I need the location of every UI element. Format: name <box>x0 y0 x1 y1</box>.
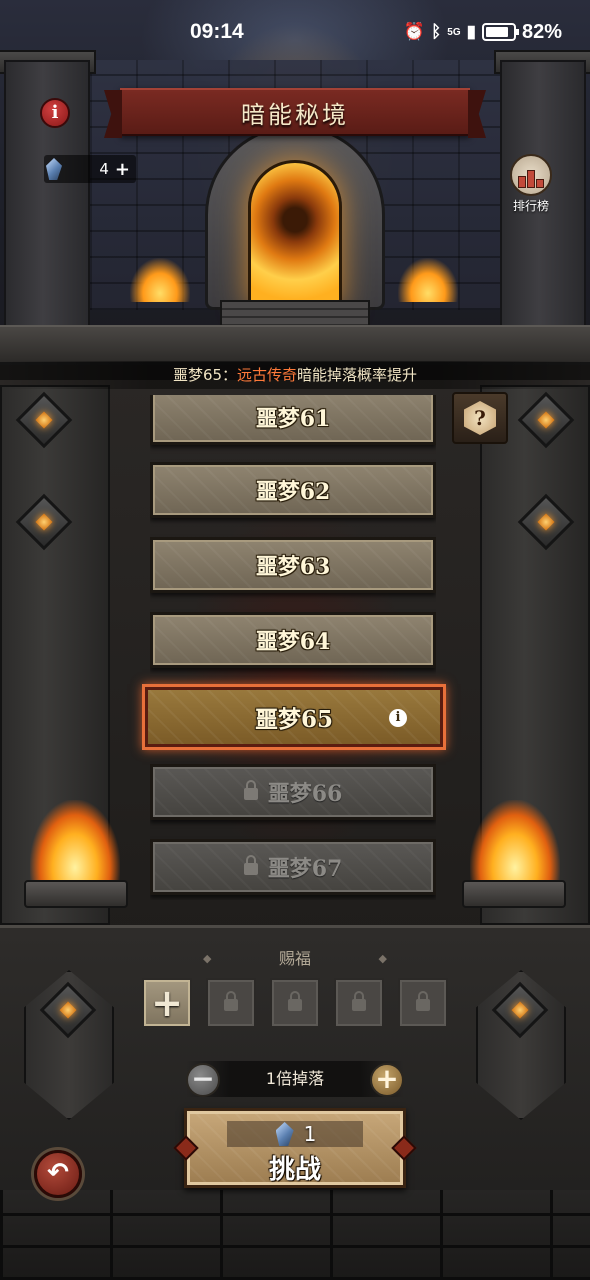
level-item-selected[interactable]: 噩梦65 i <box>142 684 446 750</box>
fire-right <box>470 800 560 890</box>
currency-count: 4 <box>99 160 109 178</box>
podium-step <box>518 176 526 188</box>
back-arrow-icon[interactable]: ↶ <box>34 1150 82 1198</box>
page-title: 暗能秘境 <box>241 100 349 129</box>
floor-tiles <box>0 1190 590 1280</box>
decrease-multiplier-button[interactable]: − <box>186 1063 220 1097</box>
brazier-flame-right <box>398 258 458 302</box>
fire-basin-right <box>462 880 566 908</box>
lock-icon <box>352 991 366 1011</box>
level-item[interactable]: 噩梦63 <box>150 537 436 593</box>
blessing-slot-locked[interactable] <box>398 978 448 1028</box>
blessing-slot-locked[interactable] <box>334 978 384 1028</box>
level-item-locked[interactable]: 噩梦66 <box>150 764 436 820</box>
fire-basin-left <box>24 880 128 908</box>
drop-bonus-text: 噩梦65：远古传奇暗能掉落概率提升 <box>0 361 590 389</box>
ranking-button[interactable]: 排行榜 <box>498 154 564 220</box>
crystal-icon <box>46 158 62 180</box>
level-item[interactable]: 噩梦64 <box>150 612 436 668</box>
challenge-button[interactable]: 1 挑战 <box>184 1108 406 1188</box>
level-name: 噩梦64 <box>255 629 331 655</box>
podium-step <box>527 170 535 188</box>
alarm-icon: ⏰ <box>403 22 426 41</box>
challenge-label: 挑战 <box>268 1155 321 1185</box>
stone-ledge <box>0 325 590 365</box>
brazier-flame-left <box>130 258 190 302</box>
status-time: 09:14 <box>190 20 244 43</box>
status-bar: 09:14 ⏰ ᛒ 5G ▮ 82% <box>0 0 590 64</box>
lock-icon <box>243 855 258 875</box>
level-name: 噩梦62 <box>255 479 331 505</box>
add-currency-icon[interactable]: + <box>115 159 130 180</box>
battery-icon <box>481 23 519 41</box>
crystal-icon <box>275 1122 294 1146</box>
help-button[interactable]: ? <box>452 392 508 444</box>
currency-counter[interactable]: 4 + <box>44 155 136 183</box>
status-icons: ⏰ ᛒ 5G ▮ 82% <box>404 21 562 44</box>
level-name: 噩梦63 <box>255 554 331 580</box>
level-name: 噩梦66 <box>267 781 343 807</box>
blessing-slot-locked[interactable] <box>206 978 256 1028</box>
plus-icon: + <box>151 981 183 1025</box>
signal-icon: ▮ <box>466 22 476 41</box>
level-item[interactable]: 噩梦62 <box>150 462 436 518</box>
level-list[interactable]: 噩梦61 噩梦62 噩梦63 噩梦64 噩梦66 噩梦67 <box>150 395 436 900</box>
lock-icon <box>288 991 302 1011</box>
bonus-highlight: 远古传奇 <box>237 366 298 384</box>
level-name: 噩梦65 <box>254 706 333 733</box>
level-name: 噩梦67 <box>267 856 343 882</box>
blessing-slot-locked[interactable] <box>270 978 320 1028</box>
bonus-suffix: 暗能掉落概率提升 <box>297 366 418 384</box>
title-banner: 暗能秘境 <box>120 88 470 136</box>
podium-step <box>536 179 544 188</box>
lock-icon <box>416 991 430 1011</box>
level-name: 噩梦61 <box>255 406 331 432</box>
lock-icon <box>243 780 258 800</box>
network-label: 5G <box>447 26 461 38</box>
bluetooth-icon: ᛒ <box>431 22 442 41</box>
blessing-title: 赐福 <box>195 946 395 972</box>
question-icon: ? <box>464 401 496 435</box>
bonus-prefix: 噩梦65： <box>172 366 238 384</box>
level-item[interactable]: 噩梦61 <box>150 395 436 445</box>
battery-percent: 82% <box>521 20 562 43</box>
portal-image <box>248 160 342 308</box>
fire-left <box>30 800 120 890</box>
increase-multiplier-button[interactable]: + <box>370 1063 404 1097</box>
level-item-locked[interactable]: 噩梦67 <box>150 839 436 895</box>
challenge-cost-count: 1 <box>303 1122 317 1146</box>
lock-icon <box>224 991 238 1011</box>
info-icon[interactable]: i <box>40 98 70 128</box>
podium-icon <box>510 154 552 196</box>
challenge-cost: 1 <box>227 1121 363 1147</box>
level-info-icon[interactable]: i <box>389 709 407 727</box>
blessing-add-slot[interactable]: + <box>142 978 192 1028</box>
ranking-label: 排行榜 <box>512 199 549 213</box>
